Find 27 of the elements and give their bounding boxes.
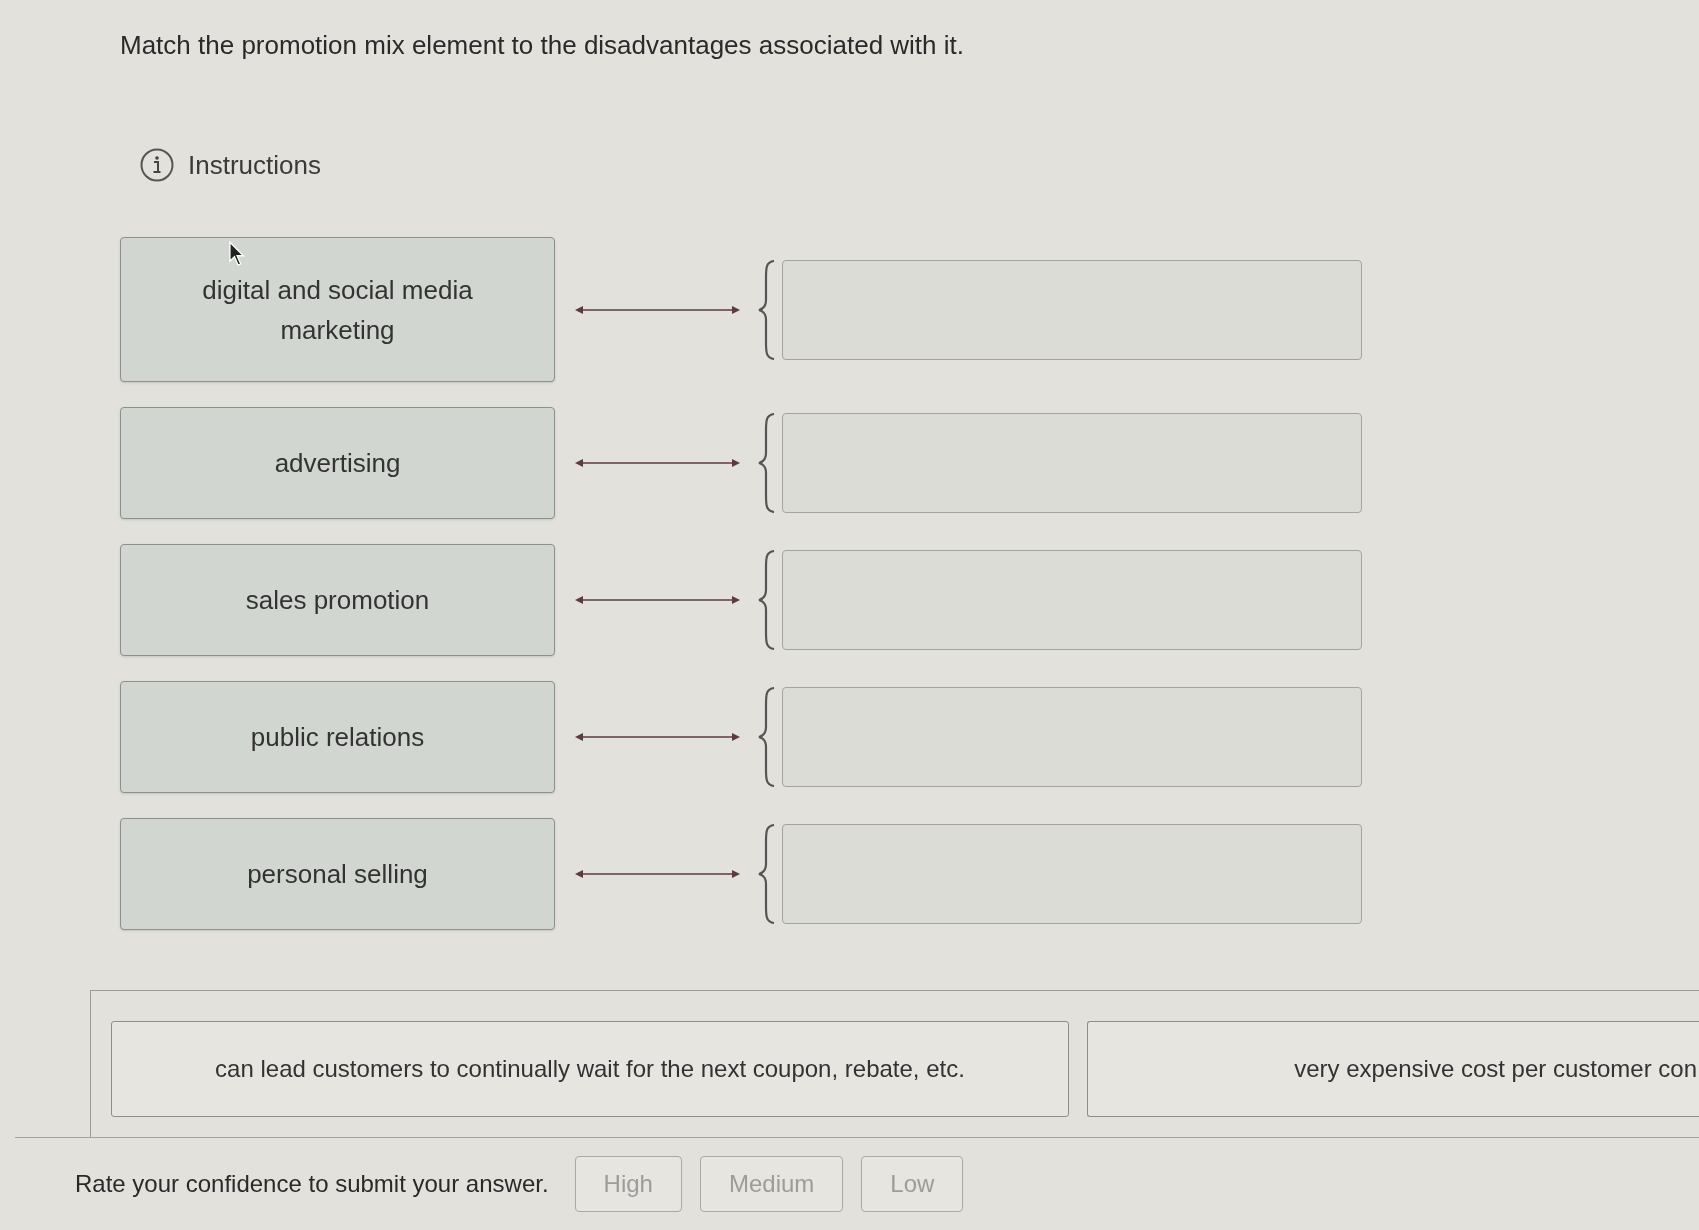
- brace-icon: [758, 259, 776, 360]
- term-card: digital and social media marketing: [120, 237, 555, 382]
- info-icon: [140, 148, 174, 182]
- brace-icon: [758, 550, 776, 650]
- confidence-prompt: Rate your confidence to submit your answer.: [75, 1169, 549, 1199]
- brace-icon: [758, 413, 776, 513]
- drop-field[interactable]: [782, 687, 1362, 787]
- term-card: personal selling: [120, 818, 555, 930]
- instructions-link[interactable]: Instructions: [188, 148, 321, 182]
- drop-field[interactable]: [782, 550, 1362, 650]
- drop-field[interactable]: [782, 259, 1362, 360]
- answer-tile[interactable]: can lead customers to continually wait for the next coupon, rebate, etc.: [111, 1021, 1069, 1117]
- question-prompt: Match the promotion mix element to the disadvantages associated with it.: [120, 29, 965, 62]
- drop-field[interactable]: [782, 413, 1362, 513]
- mouse-pointer-icon: [229, 241, 247, 267]
- term-card: sales promotion: [120, 544, 555, 656]
- answer-tile[interactable]: very expensive cost per customer con: [1087, 1021, 1699, 1117]
- brace-icon: [758, 687, 776, 787]
- term-card: public relations: [120, 681, 555, 793]
- brace-icon: [758, 824, 776, 924]
- double-arrow-icon: [575, 732, 740, 742]
- drop-field[interactable]: [782, 824, 1362, 924]
- double-arrow-icon: [575, 595, 740, 605]
- double-arrow-icon: [575, 304, 740, 315]
- term-card: advertising: [120, 407, 555, 519]
- double-arrow-icon: [575, 458, 740, 468]
- double-arrow-icon: [575, 869, 740, 879]
